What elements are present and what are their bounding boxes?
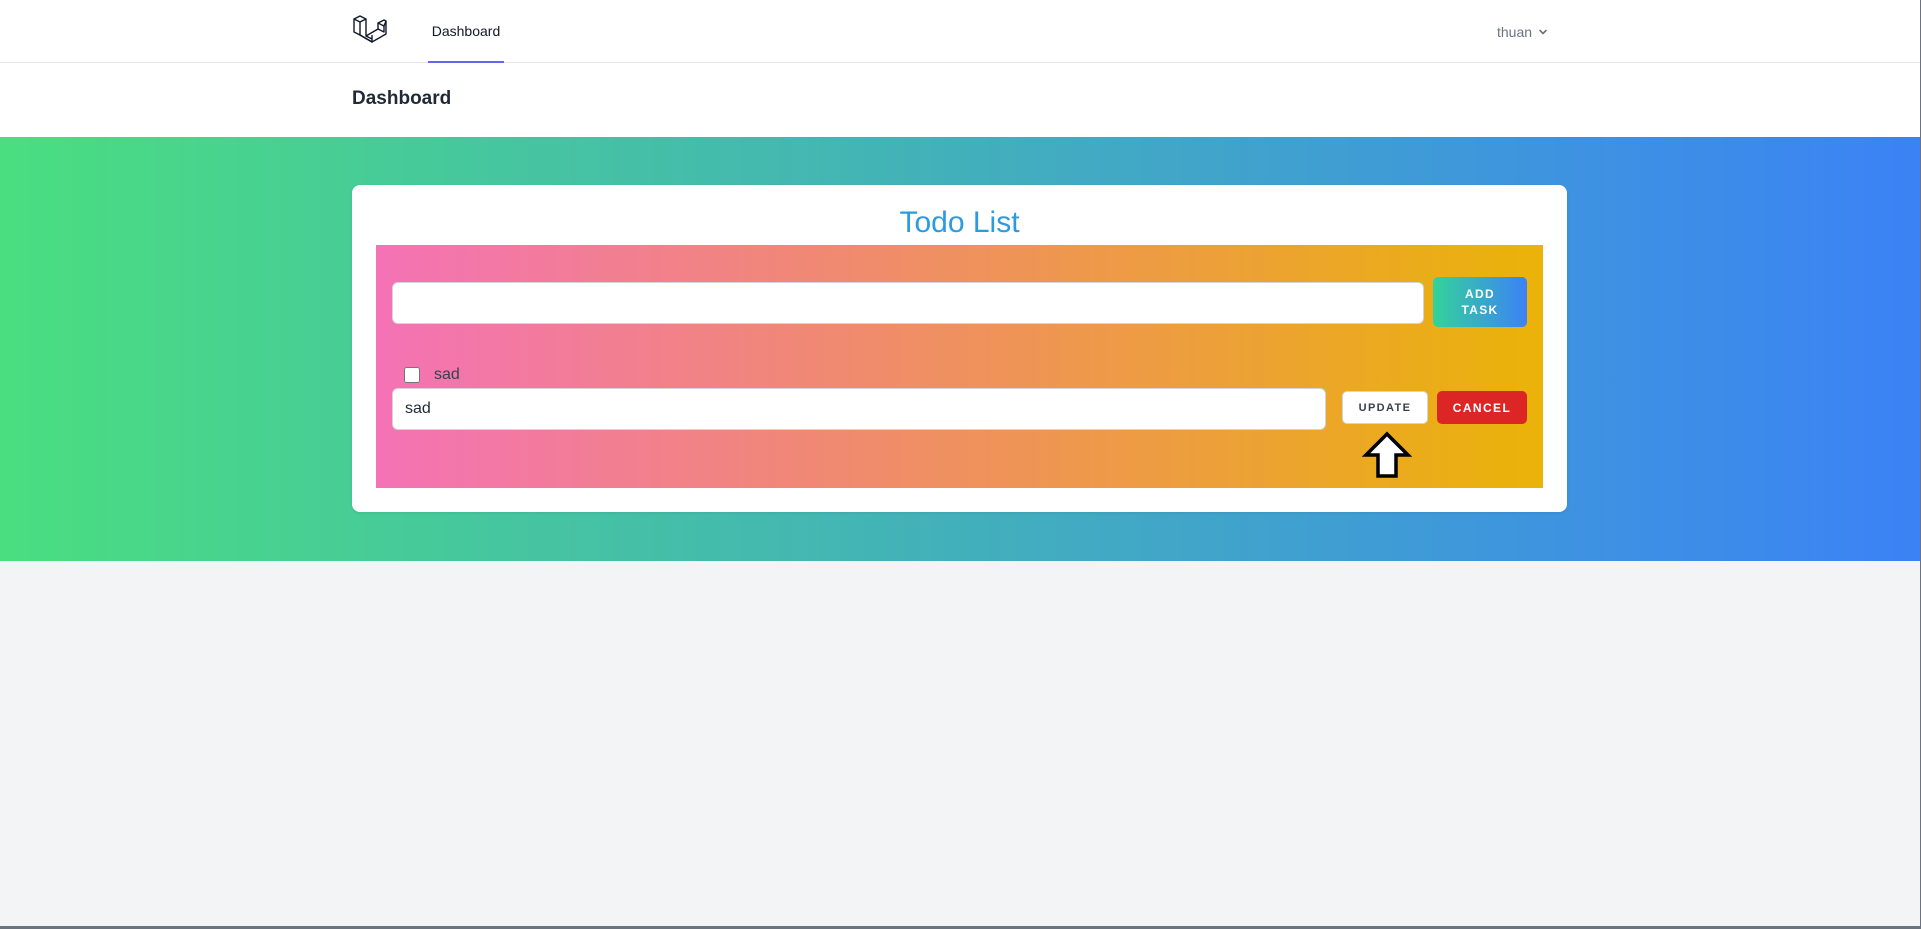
task-checkbox[interactable] (404, 367, 420, 383)
browser-viewport: Dashboard thuan Dashboard Todo List ADD … (0, 0, 1921, 929)
gradient-section: Todo List ADD TASK sad UPDATE CANCEL (0, 137, 1920, 561)
page-header: Dashboard (0, 63, 1920, 137)
todo-card: Todo List ADD TASK sad UPDATE CANCEL (352, 185, 1567, 512)
nav-link-label: Dashboard (431, 22, 501, 39)
top-navbar: Dashboard thuan (0, 0, 1920, 63)
chevron-down-icon (1539, 29, 1547, 34)
todo-title: Todo List (899, 206, 1020, 239)
new-task-input[interactable] (392, 282, 1424, 324)
cancel-button[interactable]: CANCEL (1437, 391, 1527, 424)
arrow-up-icon (1362, 431, 1412, 478)
user-name: thuan (1497, 23, 1533, 40)
update-button[interactable]: UPDATE (1342, 391, 1428, 424)
task-text: sad (434, 366, 460, 383)
laravel-logo-icon[interactable] (352, 14, 388, 48)
page: Dashboard thuan Dashboard Todo List ADD … (0, 0, 1920, 926)
edit-task-input[interactable] (392, 388, 1326, 430)
todo-panel: ADD TASK sad UPDATE CANCEL (376, 245, 1543, 488)
user-menu-dropdown[interactable]: thuan (1497, 0, 1548, 63)
add-task-button[interactable]: ADD TASK (1433, 277, 1527, 327)
nav-link-dashboard[interactable]: Dashboard (428, 0, 504, 63)
page-title: Dashboard (352, 88, 452, 109)
task-item: sad (404, 365, 460, 385)
